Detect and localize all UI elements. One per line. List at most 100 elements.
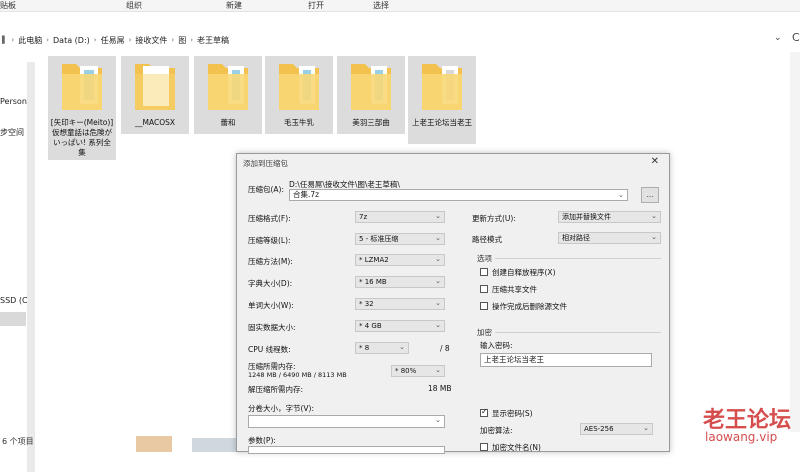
chevron-down-icon: ⌄	[651, 212, 657, 220]
folder-icon	[351, 64, 391, 110]
encrypt-divider	[495, 332, 661, 333]
split-label: 分卷大小，字节(V):	[248, 404, 315, 413]
archive-name-input[interactable]: 合集.7z ⌄	[289, 189, 628, 201]
show-password-label: 显示密码(S)	[492, 409, 533, 418]
ribbon-open[interactable]: 打开	[308, 0, 324, 11]
add-to-archive-dialog: 添加到压缩包 ✕ 压缩包(A): D:\任易屌\接收文件\图\老王草稿\ 合集.…	[236, 153, 670, 454]
shared-checkbox[interactable]	[480, 285, 488, 293]
encrypt-names-checkbox[interactable]	[480, 443, 488, 451]
crumb-folder-1[interactable]: 任易屌	[99, 35, 127, 46]
level-select[interactable]: 5 - 标准压缩 ⌄	[355, 233, 445, 245]
watermark-url: laowang.vip	[705, 430, 778, 444]
chevron-down-icon: ⌄	[435, 366, 441, 374]
chevron-down-icon: ⌄	[435, 234, 441, 242]
update-label: 更新方式(U):	[472, 214, 516, 223]
chevron-down-icon[interactable]: ⌄	[774, 33, 782, 43]
chevron-down-icon: ⌄	[435, 277, 441, 285]
password-input[interactable]: 上老王论坛当老王	[480, 353, 652, 367]
dict-select[interactable]: * 16 MB ⌄	[355, 276, 445, 288]
split-input[interactable]: ⌄	[248, 415, 445, 428]
list-item[interactable]: 蕾和	[194, 56, 262, 134]
list-item[interactable]: [矢印キー(Meito)] 仮想童話は危険がいっぱい! 系列全集	[48, 56, 116, 160]
chevron-right-icon: ›	[128, 36, 132, 44]
file-name: __MACOSX	[134, 118, 175, 127]
options-divider	[495, 258, 661, 259]
crumb-drive[interactable]: Data (D:)	[51, 36, 92, 45]
dict-label: 字典大小(D):	[248, 279, 293, 288]
memory-detail: 1248 MB / 6490 MB / 8113 MB	[248, 371, 347, 379]
file-name: 毛玉牛乳	[284, 118, 314, 127]
path-mode-label: 路径模式	[472, 235, 502, 244]
navigation-pane: Person 步空间 SSD (C	[0, 52, 40, 472]
folder-icon	[279, 64, 319, 110]
chevron-down-icon: ⌄	[435, 212, 441, 220]
crumb-folder-3[interactable]: 图	[176, 35, 188, 46]
ribbon-clipboard[interactable]: 贴板	[0, 0, 16, 11]
ribbon-organize[interactable]: 组织	[126, 0, 142, 11]
memory-select[interactable]: * 80% ⌄	[391, 365, 445, 377]
format-select[interactable]: 7z ⌄	[355, 211, 445, 223]
show-password-checkbox[interactable]: ✓	[480, 407, 488, 417]
close-icon[interactable]: ✕	[651, 156, 659, 167]
nav-scrollbar[interactable]	[27, 62, 35, 472]
dialog-title: 添加到压缩包	[243, 159, 288, 168]
cpu-select[interactable]: * 8 ⌄	[355, 342, 409, 354]
method-label: 压缩方法(M):	[248, 257, 293, 266]
solid-select[interactable]: * 4 GB ⌄	[355, 320, 445, 332]
format-label: 压缩格式(F):	[248, 214, 291, 223]
content-scrollbar[interactable]	[790, 52, 800, 432]
sfx-checkbox[interactable]	[480, 268, 488, 276]
params-label: 参数(P):	[248, 436, 276, 445]
word-select[interactable]: * 32 ⌄	[355, 298, 445, 310]
algo-label: 加密算法:	[480, 426, 513, 435]
file-name: 美羽三部曲	[352, 118, 390, 127]
crumb-folder-2[interactable]: 接收文件	[133, 35, 169, 46]
item-count: 6 个项目	[2, 437, 34, 446]
path-mode-select[interactable]: 相对路径 ⌄	[558, 232, 661, 244]
ribbon-select[interactable]: 选择	[373, 0, 389, 11]
algo-select[interactable]: AES-256 ⌄	[580, 423, 653, 435]
crumb-current[interactable]: 老王草稿	[195, 35, 231, 46]
chevron-right-icon: ›	[46, 36, 50, 44]
cpu-label: CPU 线程数:	[248, 345, 291, 354]
encrypt-title: 加密	[477, 328, 492, 337]
ribbon-new[interactable]: 新建	[226, 0, 242, 11]
nav-item-ssd[interactable]: SSD (C	[0, 296, 28, 305]
archive-label: 压缩包(A):	[248, 185, 285, 194]
list-item[interactable]: 美羽三部曲	[337, 56, 405, 134]
chevron-down-icon: ⌄	[399, 343, 405, 351]
chevron-down-icon: ⌄	[618, 191, 624, 199]
crumb-this-pc[interactable]: 此电脑	[16, 35, 44, 46]
list-item[interactable]: __MACOSX	[121, 56, 189, 134]
shared-label: 压缩共享文件	[492, 285, 537, 294]
browse-button[interactable]: ...	[641, 187, 659, 203]
delete-checkbox[interactable]	[480, 302, 488, 310]
chevron-down-icon: ⌄	[435, 299, 441, 307]
chevron-right-icon: ›	[171, 36, 175, 44]
nav-selection	[0, 312, 26, 326]
method-select[interactable]: * LZMA2 ⌄	[355, 254, 445, 266]
password-label: 输入密码:	[480, 341, 513, 350]
cpu-total: / 8	[440, 344, 450, 353]
chevron-down-icon: ⌄	[435, 255, 441, 263]
decomp-value: 18 MB	[428, 384, 452, 393]
list-item[interactable]: 上老王论坛当老王	[408, 56, 476, 144]
level-label: 压缩等级(L):	[248, 236, 291, 245]
nav-item-person[interactable]: Person	[0, 97, 27, 106]
delete-label: 操作完成后删除源文件	[492, 302, 567, 311]
solid-label: 固实数据大小:	[248, 323, 296, 332]
refresh-icon[interactable]: C	[792, 31, 800, 44]
decomp-label: 解压缩所需内存:	[248, 385, 304, 394]
file-name: 蕾和	[220, 118, 236, 127]
nav-item-sync[interactable]: 步空间	[0, 127, 24, 138]
list-item[interactable]: 毛玉牛乳	[265, 56, 333, 134]
chevron-right-icon: ›	[93, 36, 97, 44]
params-input[interactable]	[248, 446, 445, 454]
update-select[interactable]: 添加并替换文件 ⌄	[558, 211, 661, 223]
chevron-down-icon: ⌄	[643, 424, 649, 432]
chevron-down-icon: ⌄	[651, 233, 657, 241]
chevron-down-icon: ⌄	[435, 416, 441, 424]
folder-icon	[135, 64, 175, 110]
file-name: [矢印キー(Meito)] 仮想童話は危険がいっぱい! 系列全集	[50, 118, 114, 157]
address-bar[interactable]: ▌ › 此电脑 › Data (D:) › 任易屌 › 接收文件 › 图 › 老…	[0, 28, 800, 50]
